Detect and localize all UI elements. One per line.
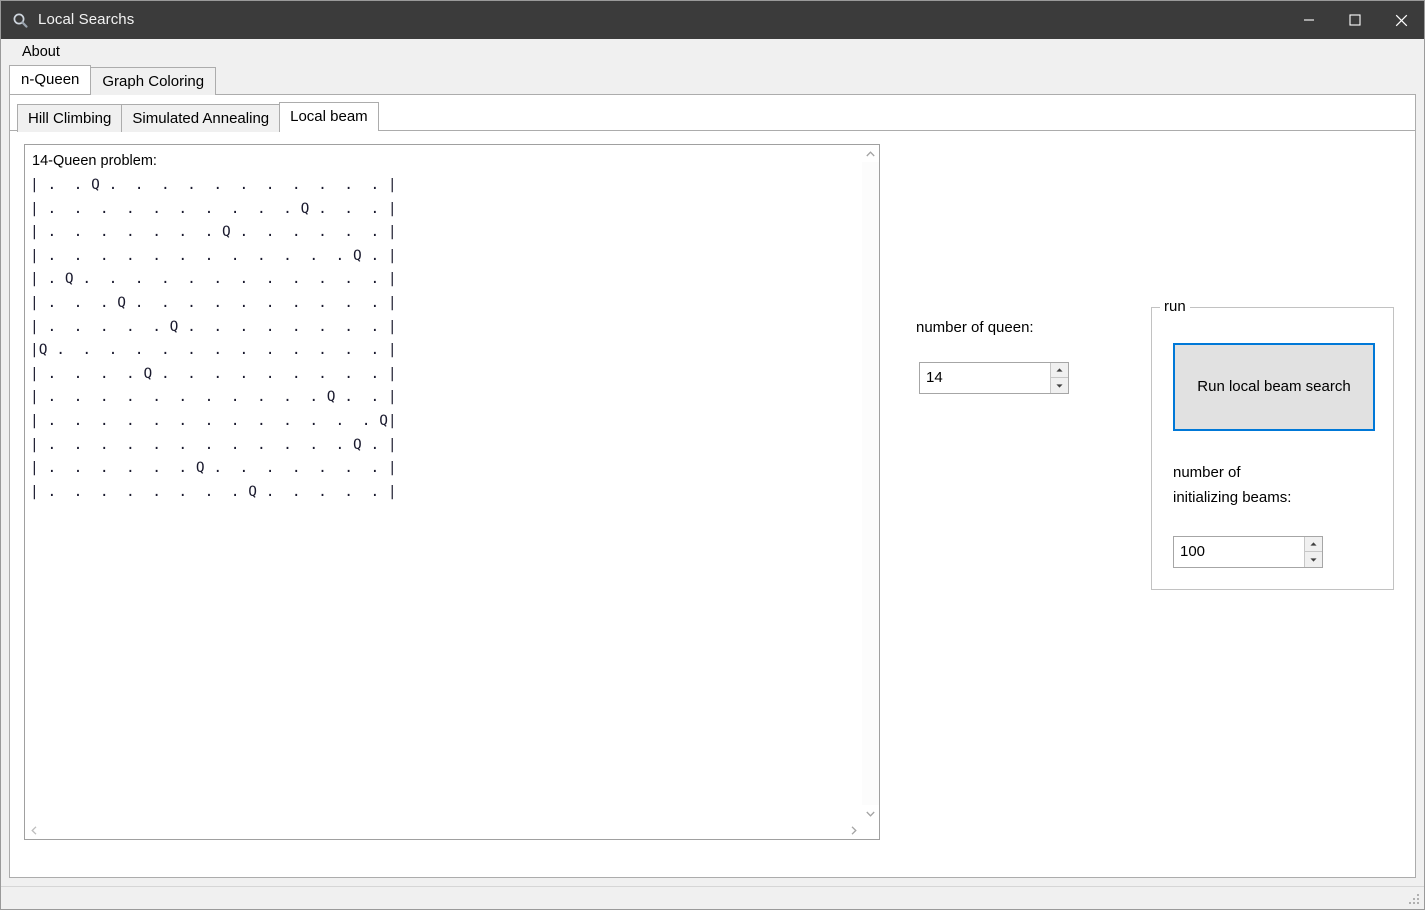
number-of-queen-spin-buttons [1050,363,1068,393]
menu-item-about[interactable]: About [13,41,69,65]
horizontal-scrollbar[interactable] [25,822,862,839]
chevron-right-icon[interactable] [845,822,862,839]
outer-tab-panel: Hill Climbing Simulated Annealing Local … [9,94,1416,878]
status-bar [1,886,1424,909]
beams-spin-buttons [1304,537,1322,567]
app-window: Local Searchs About n-Queen Graph Colori… [0,0,1425,910]
number-of-initializing-beams-spinner[interactable]: 100 [1173,536,1323,568]
close-button[interactable] [1378,1,1424,39]
minimize-button[interactable] [1286,1,1332,39]
queen-board: | . . Q . . . . . . . . . . . | | . . . … [30,177,397,500]
resize-grip-icon[interactable] [1408,894,1420,906]
chevron-down-icon[interactable] [862,805,879,822]
window-controls [1286,1,1424,39]
beams-label-line-1: number of [1173,464,1241,481]
title-bar: Local Searchs [1,1,1424,39]
number-of-queen-input[interactable]: 14 [920,363,1050,393]
number-of-queen-spinner[interactable]: 14 [919,362,1069,394]
close-icon [1395,14,1407,26]
run-local-beam-search-button[interactable]: Run local beam search [1173,343,1375,431]
maximize-icon [1349,14,1361,26]
number-of-initializing-beams-label: number of initializing beams: [1173,460,1291,510]
spinner-down-icon[interactable] [1051,378,1068,393]
output-textbox-content: 14-Queen problem: | . . Q . . . . . . . … [25,145,861,821]
vertical-scrollbar-track[interactable] [862,162,879,805]
beams-label-line-2: initializing beams: [1173,489,1292,506]
window-title: Local Searchs [38,11,135,28]
outer-tabstrip: n-Queen Graph Coloring [1,65,1424,95]
content-area: n-Queen Graph Coloring Hill Climbing Sim… [1,65,1424,886]
spinner-up-icon[interactable] [1305,537,1322,552]
chevron-up-icon[interactable] [862,145,879,162]
chevron-left-icon[interactable] [25,822,42,839]
output-textbox[interactable]: 14-Queen problem: | . . Q . . . . . . . … [24,144,880,840]
scrollbar-corner [862,822,879,839]
magnifier-icon [12,12,29,29]
run-groupbox-title: run [1160,298,1190,316]
tab-hill-climbing[interactable]: Hill Climbing [17,104,123,132]
tab-local-beam[interactable]: Local beam [279,102,379,131]
tab-n-queen[interactable]: n-Queen [9,65,92,94]
number-of-initializing-beams-input[interactable]: 100 [1174,537,1304,567]
menu-bar: About [1,39,1424,66]
inner-tabstrip: Hill Climbing Simulated Annealing Local … [10,95,1415,132]
number-of-queen-label: number of queen: [916,319,1034,336]
spinner-up-icon[interactable] [1051,363,1068,378]
tab-graph-coloring[interactable]: Graph Coloring [90,67,217,95]
minimize-icon [1304,19,1314,21]
spinner-down-icon[interactable] [1305,552,1322,567]
inner-tab-panel: 14-Queen problem: | . . Q . . . . . . . … [10,130,1415,877]
maximize-button[interactable] [1332,1,1378,39]
vertical-scrollbar[interactable] [862,145,879,822]
tab-simulated-annealing[interactable]: Simulated Annealing [121,104,281,132]
problem-title: 14-Queen problem: [32,153,157,169]
